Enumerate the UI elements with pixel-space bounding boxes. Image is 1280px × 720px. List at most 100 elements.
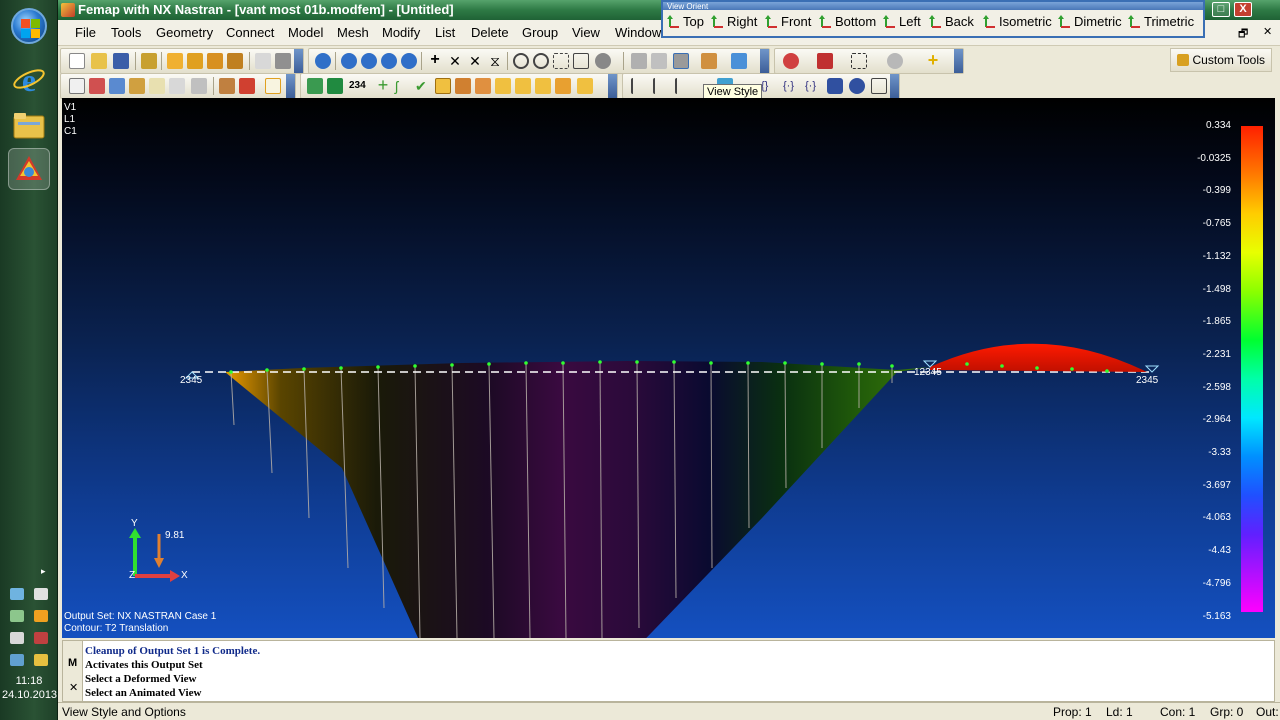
edit-icon[interactable] (265, 78, 281, 94)
network-icon[interactable] (10, 588, 24, 600)
taskbar-internet-explorer[interactable]: e (8, 58, 50, 100)
print-icon[interactable] (275, 53, 291, 69)
group-icon[interactable] (219, 78, 235, 94)
material-icon[interactable] (129, 78, 145, 94)
mdi-restore-button[interactable]: 🗗 (1238, 25, 1248, 44)
pan-icon[interactable]: + (427, 52, 443, 69)
show-hidden-icons-arrow[interactable]: ▸ (41, 566, 46, 577)
new-icon[interactable] (69, 53, 85, 69)
messages-close-icon[interactable]: ✕ (69, 681, 78, 694)
freebody-icon[interactable] (515, 78, 531, 94)
menu-tools[interactable]: Tools (111, 25, 141, 40)
status-output[interactable]: Out: 1 (1256, 705, 1280, 720)
toolbar-grip[interactable] (954, 49, 963, 73)
check-icon[interactable]: ✔ (415, 78, 431, 94)
toolbar-grip[interactable] (760, 49, 769, 73)
app-icon[interactable] (61, 3, 75, 17)
view-isometric-button[interactable]: Isometric (983, 14, 1052, 29)
vector-icon[interactable] (495, 78, 511, 94)
status-constraint[interactable]: Con: 1 (1160, 705, 1195, 719)
flag-icon[interactable] (10, 654, 24, 666)
rotate-down-icon[interactable] (401, 53, 417, 69)
taskbar-file-explorer[interactable] (8, 104, 50, 146)
snap-icon[interactable] (887, 53, 903, 69)
mesh-control-icon[interactable] (227, 53, 243, 69)
redraw-icon[interactable] (315, 53, 331, 69)
contour-icon[interactable] (455, 78, 471, 94)
section-cut-icon[interactable] (535, 78, 551, 94)
view-orient-toolbar[interactable]: View Orient Top Right Front Bottom Left … (661, 0, 1205, 38)
copy-icon[interactable] (255, 53, 271, 69)
link-icon[interactable] (141, 53, 157, 69)
view-back-button[interactable]: Back (929, 14, 974, 29)
toolbar-grip[interactable] (890, 74, 899, 98)
autoscale-icon[interactable] (573, 53, 589, 69)
align-right-icon[interactable] (675, 78, 691, 94)
align-center-icon[interactable] (653, 78, 669, 94)
text-icon[interactable] (435, 78, 451, 94)
post-options-icon[interactable] (307, 78, 323, 94)
deform-icon[interactable] (731, 53, 747, 69)
element-icon[interactable] (169, 78, 185, 94)
view-left-button[interactable]: Left (883, 14, 921, 29)
rotate-model-icon[interactable]: {·} (783, 78, 799, 94)
view-trimetric-button[interactable]: Trimetric (1128, 14, 1194, 29)
clipboard-icon[interactable] (34, 588, 48, 600)
restore-button[interactable]: □ (1212, 2, 1230, 17)
load-icon[interactable] (89, 78, 105, 94)
menu-list[interactable]: List (435, 25, 455, 40)
select-axis-icon[interactable]: ✕ (447, 53, 463, 69)
criteria-icon[interactable] (475, 78, 491, 94)
status-load[interactable]: Ld: 1 (1106, 705, 1133, 719)
menu-mesh[interactable]: Mesh (337, 25, 369, 40)
graphics-viewport[interactable]: V1 L1 C1 Y Z X 9.81 2345 12345 2345 Outp… (62, 98, 1275, 638)
workplane-icon[interactable]: + (925, 51, 941, 69)
toolbar-grip[interactable] (608, 74, 617, 98)
add-icon[interactable]: + (375, 76, 391, 94)
rotate-up-icon[interactable] (381, 53, 397, 69)
constraint-icon[interactable] (109, 78, 125, 94)
align-left-icon[interactable] (631, 78, 647, 94)
toolbar-grip[interactable] (294, 49, 303, 73)
view-axes-icon[interactable]: ✕ (467, 53, 483, 69)
mesh-grid-icon[interactable] (187, 53, 203, 69)
start-button[interactable] (8, 5, 50, 47)
messages-menu-icon[interactable]: M (68, 657, 77, 669)
zoom-out-icon[interactable] (533, 53, 549, 69)
status-group[interactable]: Grp: 0 (1210, 705, 1243, 719)
view-top-button[interactable]: Top (667, 14, 704, 29)
menu-group[interactable]: Group (522, 25, 558, 40)
menu-window[interactable]: Window (615, 25, 661, 40)
security-shield-icon[interactable] (34, 610, 48, 622)
view-orient-title[interactable]: View Orient (663, 2, 1203, 10)
entity-select-icon[interactable] (783, 53, 799, 69)
mesh-tool-icon[interactable] (167, 53, 183, 69)
custom-tools-button[interactable]: Custom Tools (1169, 48, 1272, 72)
gear-icon[interactable] (849, 78, 865, 94)
volume-icon[interactable] (10, 632, 24, 644)
mdi-close-button[interactable]: ✕ (1263, 25, 1272, 38)
animate-icon[interactable] (555, 78, 571, 94)
magnify-dropdown-icon[interactable] (595, 53, 611, 69)
mesh-size-icon[interactable] (207, 53, 223, 69)
view-dimetric-button[interactable]: Dimetric (1058, 14, 1122, 29)
view-right-button[interactable]: Right (711, 14, 757, 29)
open-icon[interactable] (91, 53, 107, 69)
probe-icon[interactable] (577, 78, 593, 94)
menu-delete[interactable]: Delete (471, 25, 509, 40)
menu-modify[interactable]: Modify (382, 25, 420, 40)
status-prop[interactable]: Prop: 1 (1053, 705, 1092, 719)
menu-file[interactable]: File (75, 25, 96, 40)
post-data-icon[interactable] (701, 53, 717, 69)
zoom-in-icon[interactable] (513, 53, 529, 69)
messages-pane[interactable]: M ✕ Cleanup of Output Set 1 is Complete.… (62, 640, 1275, 702)
signal-icon[interactable] (34, 632, 48, 644)
view-options-icon[interactable] (631, 53, 647, 69)
pick-icon[interactable] (817, 53, 833, 69)
view-select-icon[interactable] (651, 53, 667, 69)
people-icon[interactable] (34, 654, 48, 666)
toolbar-grip[interactable] (286, 74, 295, 98)
layout-icon[interactable] (871, 78, 887, 94)
box-select-icon[interactable] (851, 53, 867, 69)
node-numbers-icon[interactable]: 234 (349, 78, 366, 94)
